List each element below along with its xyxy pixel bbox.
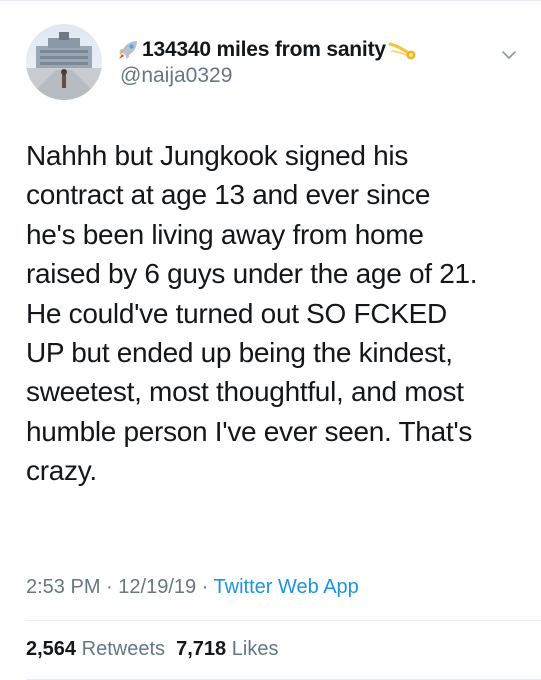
author-handle[interactable]: @naija0329 [120, 64, 232, 88]
tweet-timestamp[interactable]: 2:53 PM · 12/19/19 [26, 576, 196, 598]
retweets-label: Retweets [81, 638, 165, 660]
tweet-line: raised by 6 guys under the age of 21. [26, 258, 478, 290]
meta-separator: · [100, 576, 119, 598]
tweet-line: humble person I've ever seen. That's [26, 415, 473, 447]
tweet-line: UP but ended up being the kindest, [26, 337, 453, 369]
author-name-row[interactable]: 134340 miles from sanity [116, 37, 418, 63]
tweet-line: He could've turned out SO FCKED [26, 297, 447, 329]
tweet-text: Nahhh but Jungkook signed his contract a… [26, 136, 526, 491]
tweet-stats: 2,564 Retweets 7,718 Likes [26, 638, 278, 661]
avatar-photo [26, 24, 102, 100]
tweet-line: he's been living away from home [26, 218, 424, 250]
chevron-down-icon[interactable] [498, 44, 520, 66]
meta-separator: · [196, 576, 214, 598]
avatar[interactable] [26, 24, 102, 100]
comet-icon [388, 42, 416, 60]
tweet-line: contract at age 13 and ever since [26, 179, 431, 211]
rocket-icon [119, 41, 137, 59]
tweet-line: crazy. [26, 455, 97, 487]
tweet-source-link[interactable]: Twitter Web App [214, 576, 359, 598]
divider [26, 620, 541, 621]
likes-label: Likes [231, 638, 279, 660]
display-name: 134340 miles from sanity [142, 38, 386, 61]
tweet-time: 2:53 PM [26, 576, 101, 598]
likes-stat[interactable]: 7,718 Likes [176, 638, 278, 660]
top-divider [0, 0, 541, 1]
tweet-line: Nahhh but Jungkook signed his [26, 140, 409, 171]
retweets-count: 2,564 [26, 638, 77, 660]
tweet-meta: 2:53 PM · 12/19/19 · Twitter Web App [26, 576, 359, 599]
likes-count: 7,718 [176, 638, 227, 660]
tweet-date: 12/19/19 [118, 576, 197, 598]
tweet-line: sweetest, most thoughtful, and most [26, 376, 464, 408]
retweets-stat[interactable]: 2,564 Retweets [26, 638, 165, 660]
